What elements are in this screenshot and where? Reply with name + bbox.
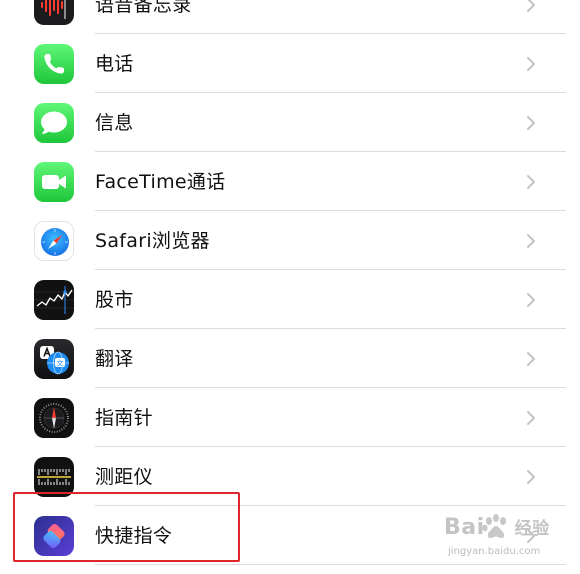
settings-row-voice-memos[interactable]: 语音备忘录 [0, 0, 580, 34]
measure-icon [34, 457, 74, 497]
svg-text:文: 文 [57, 359, 64, 368]
settings-row-stocks[interactable]: 股市 [0, 270, 580, 329]
settings-screen: 语音备忘录 电话 信息 FaceTime通话 Safari浏览器 股市 文 翻译… [0, 0, 580, 574]
chevron-right-icon [527, 411, 535, 425]
baidu-paw-icon [482, 514, 506, 538]
settings-row-label: FaceTime通话 [95, 171, 226, 193]
settings-row-messages[interactable]: 信息 [0, 93, 580, 152]
settings-row-label: 股市 [95, 289, 134, 311]
settings-row-label: 翻译 [95, 348, 134, 370]
settings-row-label: 电话 [95, 53, 134, 75]
settings-row-translate[interactable]: 文 翻译 [0, 329, 580, 388]
settings-list: 语音备忘录 电话 信息 FaceTime通话 Safari浏览器 股市 文 翻译… [0, 0, 580, 565]
voice-memos-icon [34, 0, 74, 25]
settings-row-facetime[interactable]: FaceTime通话 [0, 152, 580, 211]
chevron-right-icon [527, 116, 535, 130]
safari-icon [34, 221, 74, 261]
chevron-right-icon [527, 234, 535, 248]
chevron-right-icon [527, 175, 535, 189]
translate-icon: 文 [34, 339, 74, 379]
compass-icon [34, 398, 74, 438]
settings-row-label: Safari浏览器 [95, 230, 210, 252]
chevron-right-icon [527, 352, 535, 366]
chevron-right-icon [527, 293, 535, 307]
settings-row-label: 信息 [95, 112, 134, 134]
settings-row-phone[interactable]: 电话 [0, 34, 580, 93]
chevron-right-icon [527, 470, 535, 484]
settings-row-safari[interactable]: Safari浏览器 [0, 211, 580, 270]
chevron-right-icon [527, 57, 535, 71]
settings-row-label: 指南针 [95, 407, 153, 429]
facetime-icon [34, 162, 74, 202]
settings-row-label: 语音备忘录 [95, 0, 192, 16]
phone-icon [34, 44, 74, 84]
settings-row-compass[interactable]: 指南针 [0, 388, 580, 447]
stocks-icon [34, 280, 74, 320]
watermark-url: jingyan.baidu.com [448, 546, 541, 557]
highlight-annotation-box [13, 492, 240, 562]
messages-icon [34, 103, 74, 143]
settings-row-label: 测距仪 [95, 466, 153, 488]
chevron-right-icon [527, 0, 535, 12]
row-divider [95, 564, 566, 565]
baidu-jingyan-watermark: Bai 经验 jingyan.baidu.com [440, 512, 570, 564]
